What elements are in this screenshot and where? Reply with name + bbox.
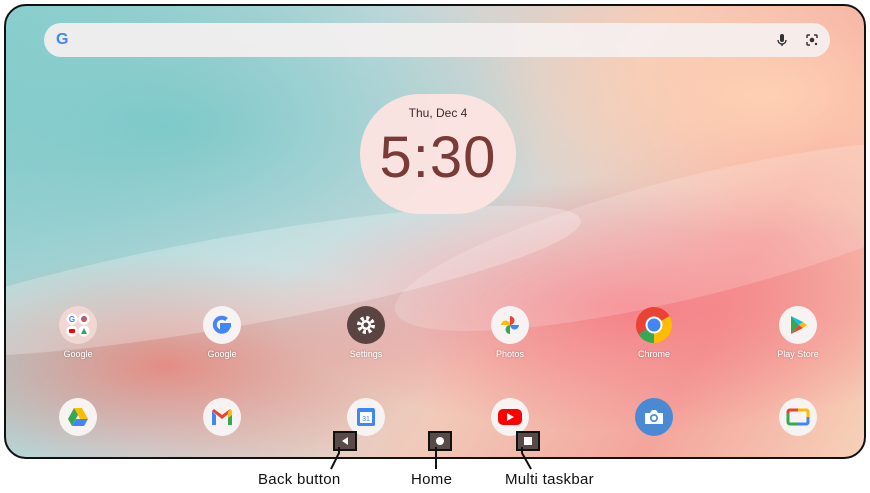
app-camera[interactable] (604, 398, 704, 436)
chrome-icon (635, 306, 673, 344)
home-annotation: Home (411, 471, 453, 488)
app-youtube[interactable] (460, 398, 560, 436)
drive-icon (59, 398, 97, 436)
recents-button[interactable] (516, 431, 540, 451)
google-icon (203, 306, 241, 344)
app-calendar[interactable]: 31 (316, 398, 416, 436)
gmail-icon (203, 398, 241, 436)
clock-widget[interactable]: Thu, Dec 4 5:30 (360, 94, 516, 214)
app-google-folder[interactable]: G Google (28, 306, 128, 359)
app-gmail[interactable] (172, 398, 272, 436)
svg-text:G: G (69, 315, 75, 324)
recents-square-icon (524, 437, 532, 445)
photos-pinwheel-icon (491, 306, 529, 344)
google-tv-icon (779, 398, 817, 436)
camera-icon (635, 398, 673, 436)
app-google[interactable]: Google (172, 306, 272, 359)
back-button-annotation: Back button (258, 471, 341, 488)
app-chrome[interactable]: Chrome (604, 306, 704, 359)
mic-icon[interactable] (774, 32, 790, 48)
home-button[interactable] (428, 431, 452, 451)
home-circle-icon (436, 437, 444, 445)
back-triangle-icon (342, 437, 348, 445)
search-bar[interactable]: G (44, 23, 830, 57)
svg-text:31: 31 (362, 416, 370, 423)
app-label: Chrome (637, 349, 670, 359)
app-play-store[interactable]: Play Store (748, 306, 848, 359)
tablet-screen: G Thu, Dec 4 5:30 G Google Google Settin… (4, 4, 866, 459)
back-button[interactable] (333, 431, 357, 451)
play-store-icon (779, 306, 817, 344)
app-label: Photos (495, 349, 525, 359)
app-label: Play Store (777, 349, 819, 359)
google-logo-icon: G (56, 31, 69, 48)
app-drive[interactable] (28, 398, 128, 436)
app-google-tv[interactable] (748, 398, 848, 436)
lens-icon[interactable] (804, 32, 820, 48)
app-label: Google (207, 349, 237, 359)
app-settings[interactable]: Settings (316, 306, 416, 359)
time-text: 5:30 (379, 125, 497, 190)
google-folder-icon: G (59, 306, 97, 344)
app-label: Settings (349, 349, 383, 359)
app-photos[interactable]: Photos (460, 306, 560, 359)
date-text: Thu, Dec 4 (408, 106, 468, 120)
app-label: Google (63, 349, 93, 359)
multi-taskbar-annotation: Multi taskbar (505, 471, 594, 488)
settings-gear-icon (347, 306, 385, 344)
